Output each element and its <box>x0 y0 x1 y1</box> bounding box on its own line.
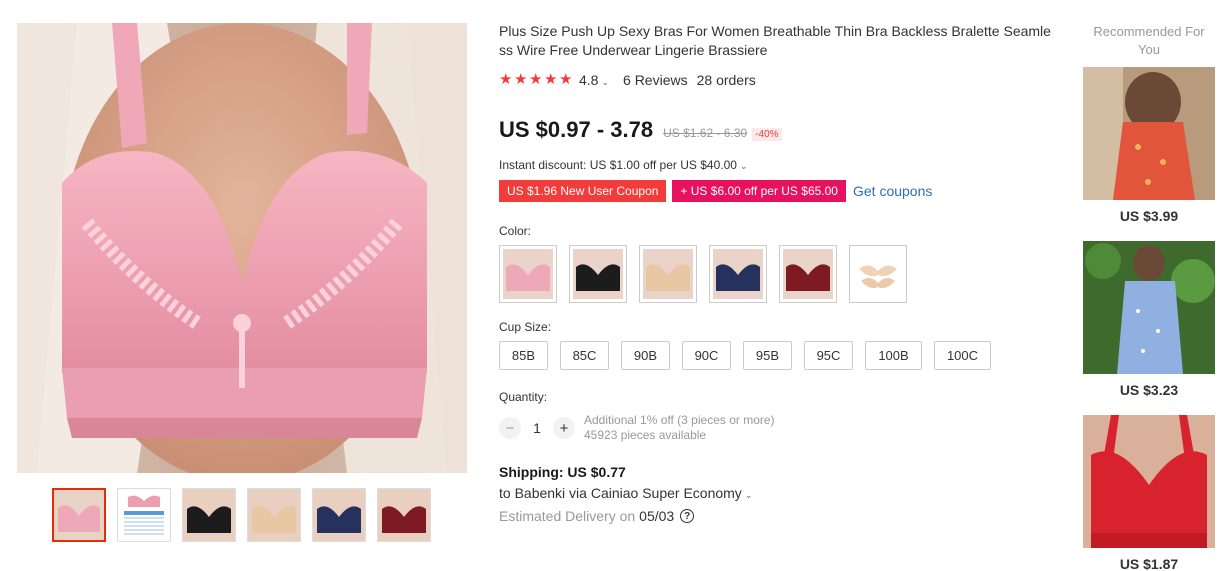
color-swatch-nipple-cover[interactable] <box>849 245 907 303</box>
size-option[interactable]: 100B <box>865 341 922 370</box>
star-icon: ★ <box>559 71 573 88</box>
recommended-panel: Recommended For You US $3.99 US $3.23 US… <box>1081 23 1217 571</box>
shipping-method[interactable]: to Babenki via Cainiao Super Economy ⌄ <box>499 485 1059 501</box>
shipping-method-text: to Babenki via Cainiao Super Economy <box>499 485 742 501</box>
recommended-title: Recommended For You <box>1093 24 1205 57</box>
chevron-down-icon: ⌄ <box>739 161 748 171</box>
main-product-image[interactable] <box>17 23 467 473</box>
original-price: US $1.62 - 6.30 <box>663 126 748 140</box>
stock-note: 45923 pieces available <box>584 428 707 442</box>
increment-button[interactable]: + <box>553 417 575 439</box>
instant-discount-text: Instant discount: US $1.00 off per US $4… <box>499 158 737 172</box>
store-coupon[interactable]: + US $6.00 off per US $65.00 <box>672 180 846 202</box>
store-coupon-text: US $6.00 off per US $65.00 <box>690 184 838 198</box>
color-swatch-black[interactable] <box>569 245 627 303</box>
decrement-button[interactable]: − <box>499 417 521 439</box>
quantity-note: Additional 1% off (3 pieces or more) 459… <box>584 413 775 443</box>
chevron-down-icon: ⌄ <box>601 77 610 87</box>
thumbnail-size-chart[interactable] <box>117 488 171 542</box>
recommended-price: US $3.23 <box>1119 382 1179 398</box>
thumbnail-pink[interactable] <box>52 488 106 542</box>
estimated-delivery: Estimated Delivery on 05/03 ? <box>499 508 1059 524</box>
quantity-value[interactable]: 1 <box>521 420 553 436</box>
new-user-coupon[interactable]: US $1.96 New User Coupon <box>499 180 667 202</box>
cup-size-options: 85B 85C 90B 90C 95B 95C 100B 100C <box>499 341 1059 370</box>
size-option[interactable]: 90B <box>621 341 670 370</box>
color-swatch-pink[interactable] <box>499 245 557 303</box>
rating-value: 4.8 <box>579 72 599 88</box>
reviews-link[interactable]: 6 Reviews <box>623 72 688 88</box>
recommended-item[interactable]: US $3.99 <box>1083 67 1215 224</box>
color-options <box>499 245 1059 303</box>
instant-discount[interactable]: Instant discount: US $1.00 off per US $4… <box>499 158 1059 172</box>
product-title: Plus Size Push Up Sexy Bras For Women Br… <box>499 23 1051 58</box>
color-label: Color: <box>499 224 532 238</box>
recommended-item[interactable]: US $3.23 <box>1083 241 1215 398</box>
size-option[interactable]: 85B <box>499 341 548 370</box>
question-icon[interactable]: ? <box>680 509 695 523</box>
color-swatch-wine[interactable] <box>779 245 837 303</box>
recommended-price: US $3.99 <box>1119 208 1179 224</box>
delivery-label: Estimated Delivery on <box>499 508 636 524</box>
thumbnail-navy[interactable] <box>312 488 366 542</box>
recommended-image[interactable] <box>1083 67 1215 200</box>
plus-icon: + <box>680 184 691 198</box>
recommended-item[interactable]: US $1.87 <box>1083 415 1215 571</box>
thumbnail-wine[interactable] <box>377 488 431 542</box>
quantity-label: Quantity: <box>499 390 548 404</box>
rating-row: ★ ★ ★ ★ ★ 4.8 ⌄ 6 Reviews 28 orders <box>499 72 1059 88</box>
orders-count: 28 orders <box>696 72 756 88</box>
shipping-title: Shipping: US $0.77 <box>499 464 626 480</box>
price-row: US $0.97 - 3.78 US $1.62 - 6.30 -40% <box>499 117 1059 143</box>
star-icon: ★ <box>529 71 543 88</box>
recommended-image[interactable] <box>1083 415 1215 548</box>
chevron-down-icon: ⌄ <box>744 490 753 500</box>
thumbnail-black[interactable] <box>182 488 236 542</box>
size-option[interactable]: 85C <box>560 341 609 370</box>
size-option[interactable]: 90C <box>682 341 731 370</box>
rating-score[interactable]: 4.8 ⌄ <box>579 72 609 88</box>
size-option[interactable]: 95B <box>743 341 792 370</box>
price: US $0.97 - 3.78 <box>499 117 654 142</box>
coupon-row: US $1.96 New User Coupon + US $6.00 off … <box>499 180 1059 202</box>
thumbnail-beige[interactable] <box>247 488 301 542</box>
size-option[interactable]: 100C <box>934 341 991 370</box>
cup-size-label: Cup Size: <box>499 320 552 334</box>
quantity-stepper: − 1 + Additional 1% off (3 pieces or mor… <box>499 413 1059 443</box>
recommended-price: US $1.87 <box>1119 556 1179 571</box>
size-option[interactable]: 95C <box>804 341 853 370</box>
recommended-image[interactable] <box>1083 241 1215 374</box>
get-coupons-link[interactable]: Get coupons <box>853 183 932 199</box>
thumbnail-strip <box>52 488 431 542</box>
star-icon: ★ <box>514 71 528 88</box>
star-icon: ★ <box>544 71 558 88</box>
delivery-date: 05/03 <box>639 508 675 524</box>
star-icon: ★ <box>499 71 513 88</box>
rating-stars: ★ ★ ★ ★ ★ <box>499 71 573 88</box>
color-swatch-beige[interactable] <box>639 245 697 303</box>
product-info: Plus Size Push Up Sexy Bras For Women Br… <box>499 22 1059 524</box>
color-swatch-navy[interactable] <box>709 245 767 303</box>
discount-badge: -40% <box>752 128 782 141</box>
bulk-discount-note: Additional 1% off (3 pieces or more) <box>584 413 775 427</box>
